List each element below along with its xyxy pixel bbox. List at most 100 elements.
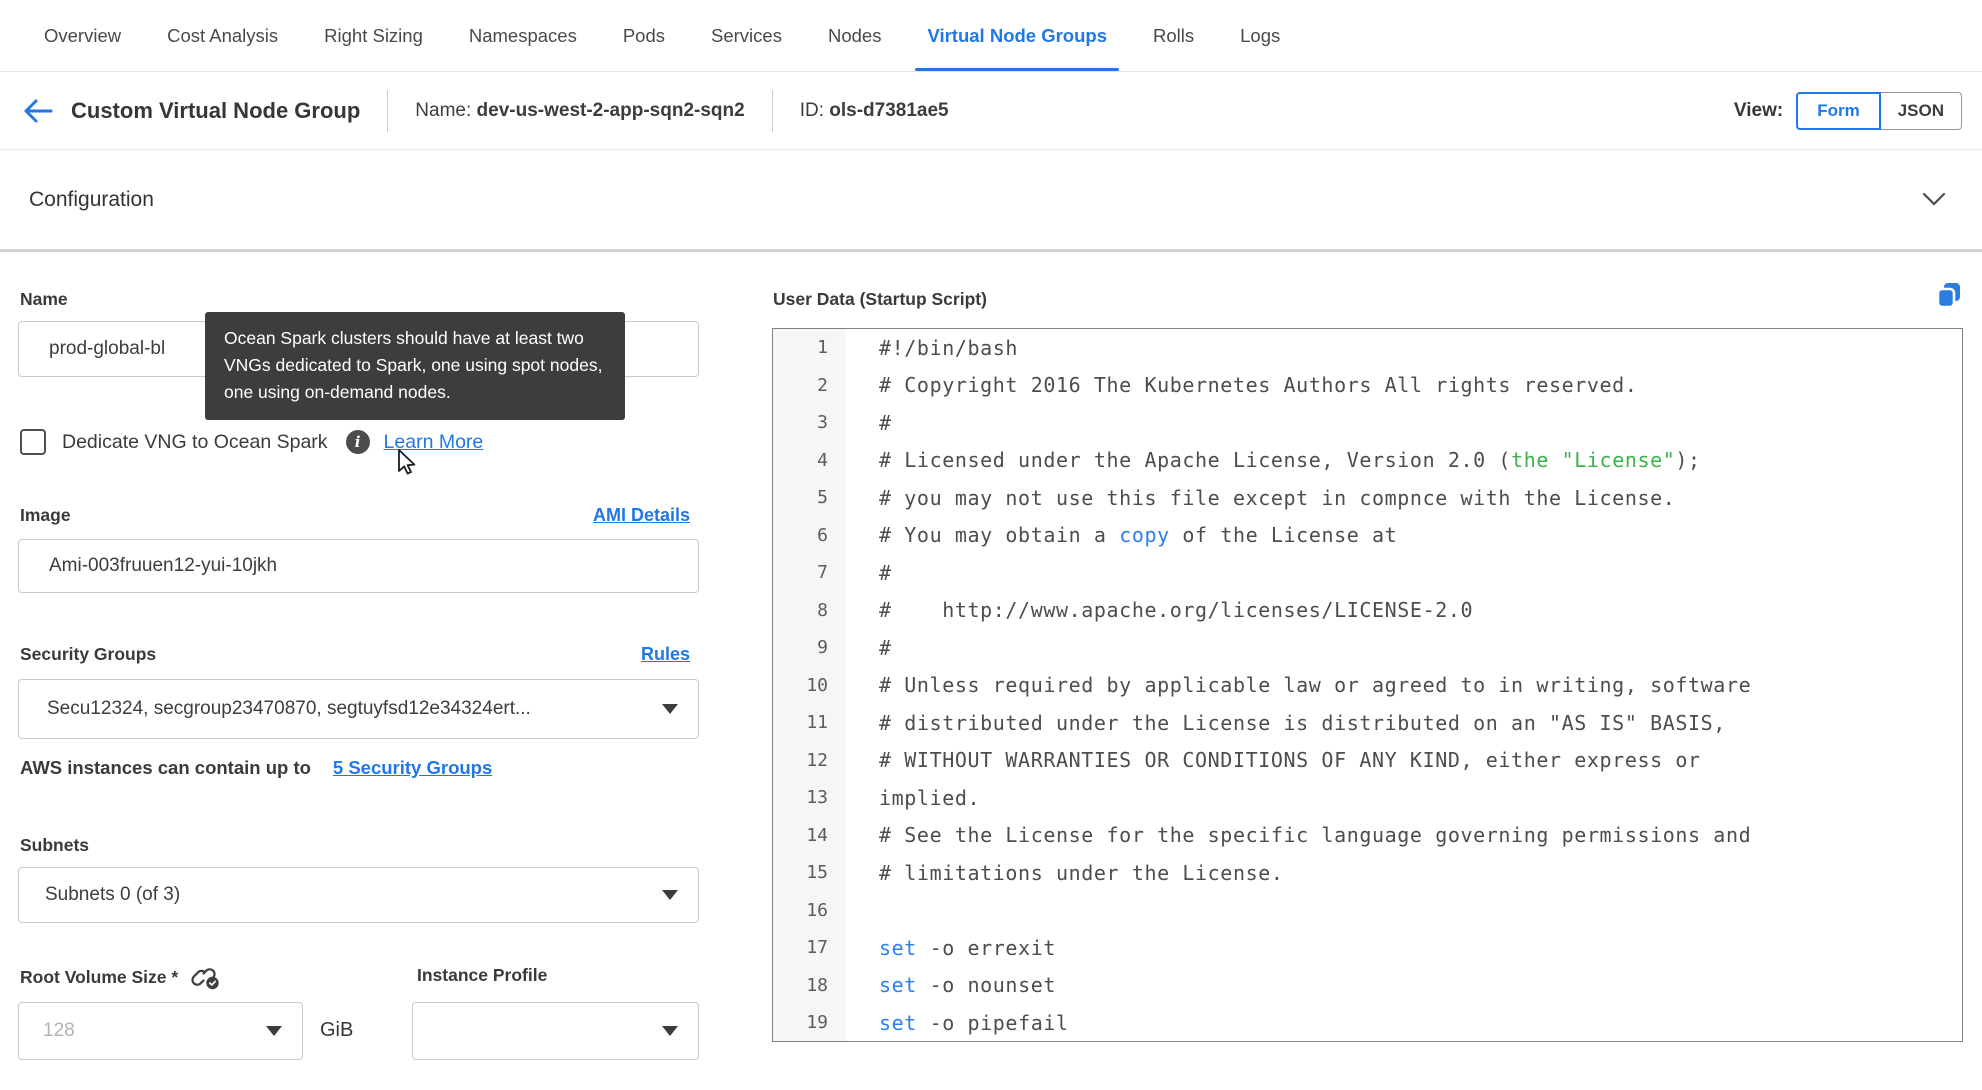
code-line: 16 <box>773 891 1962 929</box>
line-number: 2 <box>773 366 846 404</box>
code-editor[interactable]: 1 #!/bin/bash 2 # Copyright 2016 The Kubern… <box>772 328 1963 1042</box>
vng-name-label: Name: <box>415 99 472 121</box>
line-number: 17 <box>773 929 846 967</box>
security-groups-value: Secu12324, secgroup23470870, segtuyfsd12… <box>47 698 531 719</box>
user-data-label: User Data (Startup Script) <box>773 289 987 309</box>
vng-id-label: ID: <box>799 99 824 121</box>
root-volume-size-dropdown[interactable] <box>18 1002 303 1060</box>
five-security-groups-link[interactable]: 5 Security Groups <box>333 757 492 779</box>
tab-right-sizing[interactable]: Right Sizing <box>324 0 423 71</box>
subnets-value: Subnets 0 (of 3) <box>45 884 181 905</box>
info-icon[interactable]: i <box>345 430 370 454</box>
line-number: 9 <box>773 629 846 667</box>
code-text: # You may obtain a copy of the License a… <box>879 523 1398 548</box>
tab-overview[interactable]: Overview <box>44 0 121 71</box>
line-number: 8 <box>773 591 846 629</box>
line-number: 7 <box>773 554 846 592</box>
security-groups-label: Security Groups <box>20 644 157 664</box>
view-label: View: <box>1733 99 1784 121</box>
line-number: 3 <box>773 404 846 442</box>
dedicate-vng-checkbox[interactable] <box>20 429 46 455</box>
security-groups-label-row: Security Groups Rules <box>20 644 690 665</box>
header-divider <box>771 89 773 132</box>
code-line: 2 # Copyright 2016 The Kubernetes Authors… <box>773 366 1962 404</box>
caret-down-icon <box>662 890 678 900</box>
configuration-form: Name Ocean Spark clusters should have at… <box>0 252 1982 1089</box>
root-volume-size-label-row: Root Volume Size * <box>20 965 220 990</box>
tab-rolls[interactable]: Rolls <box>1153 0 1194 71</box>
tab-nodes[interactable]: Nodes <box>828 0 881 71</box>
caret-down-icon <box>266 1026 282 1036</box>
root-volume-size-input[interactable] <box>19 1020 199 1042</box>
tab-pods[interactable]: Pods <box>623 0 665 71</box>
security-groups-note-row: AWS instances can contain up to 5 Securi… <box>20 757 492 779</box>
line-number: 5 <box>773 479 846 517</box>
page-header: Custom Virtual Node Group Name: dev-us-w… <box>0 72 1982 150</box>
configuration-section-header: Configuration <box>0 150 1982 252</box>
code-text: # you may not use this file except in co… <box>879 485 1676 510</box>
copy-button[interactable] <box>1934 281 1964 316</box>
code-text: # http://www.apache.org/licenses/LICENSE… <box>879 598 1474 623</box>
dedicate-vng-label: Dedicate VNG to Ocean Spark <box>62 430 328 453</box>
code-text: # Copyright 2016 The Kubernetes Authors … <box>879 373 1638 398</box>
view-form-button[interactable]: Form <box>1796 91 1881 130</box>
line-number: 19 <box>773 1004 846 1041</box>
collapse-section-button[interactable] <box>1922 192 1946 207</box>
code-text: # limitations under the License. <box>879 860 1284 885</box>
rules-link[interactable]: Rules <box>641 644 690 665</box>
code-text: # distributed under the License is distr… <box>879 710 1726 735</box>
code-lines: 1 #!/bin/bash 2 # Copyright 2016 The Kubern… <box>773 329 1962 1041</box>
line-number: 12 <box>773 741 846 779</box>
code-line: 9 # <box>773 629 1962 667</box>
line-number: 15 <box>773 854 846 892</box>
tab-logs[interactable]: Logs <box>1240 0 1280 71</box>
chevron-down-icon <box>1922 192 1946 206</box>
configuration-title: Configuration <box>29 187 154 211</box>
code-line: 10 # Unless required by applicable law or… <box>773 666 1962 704</box>
tab-namespaces[interactable]: Namespaces <box>469 0 577 71</box>
dedicate-vng-row: Dedicate VNG to Ocean Spark i Learn More <box>20 429 483 455</box>
image-input[interactable] <box>18 539 699 593</box>
code-text: # See the License for the specific langu… <box>879 823 1752 848</box>
back-button[interactable] <box>23 98 53 124</box>
line-number: 1 <box>773 329 846 367</box>
code-line: 7 # <box>773 554 1962 592</box>
learn-more-link[interactable]: Learn More <box>384 431 484 454</box>
code-text: # WITHOUT WARRANTIES OR CONDITIONS OF AN… <box>879 748 1701 773</box>
subnets-dropdown[interactable]: Subnets 0 (of 3) <box>18 867 699 923</box>
vng-id-value: ols-d7381ae5 <box>829 99 949 121</box>
code-text: # <box>879 560 892 585</box>
code-line: 1 #!/bin/bash <box>773 329 1962 367</box>
code-text: implied. <box>879 785 981 810</box>
code-text: set -o pipefail <box>879 1010 1069 1035</box>
line-number: 16 <box>773 891 846 929</box>
left-arrow-icon <box>24 99 53 122</box>
code-line: 14 # See the License for the specific lan… <box>773 816 1962 854</box>
line-number: 13 <box>773 779 846 817</box>
image-label: Image <box>20 505 71 525</box>
instance-profile-dropdown[interactable] <box>412 1002 699 1060</box>
view-json-button[interactable]: JSON <box>1880 91 1962 130</box>
view-toggle-group: View: Form JSON <box>1733 91 1962 130</box>
ami-details-link[interactable]: AMI Details <box>593 505 690 526</box>
tab-cost-analysis[interactable]: Cost Analysis <box>167 0 278 71</box>
line-number: 10 <box>773 666 846 704</box>
code-line: 17 set -o errexit <box>773 929 1962 967</box>
name-label: Name <box>20 289 68 309</box>
tab-services[interactable]: Services <box>711 0 782 71</box>
line-number: 18 <box>773 966 846 1004</box>
code-line: 11 # distributed under the License is dis… <box>773 704 1962 742</box>
instance-profile-label: Instance Profile <box>417 965 548 985</box>
code-line: 19 set -o pipefail <box>773 1004 1962 1041</box>
virtual-node-group-page: Overview Cost Analysis Right Sizing Name… <box>0 0 1982 1090</box>
code-line: 4 # Licensed under the Apache License, Ve… <box>773 441 1962 479</box>
security-groups-dropdown[interactable]: Secu12324, secgroup23470870, segtuyfsd12… <box>18 679 699 739</box>
tab-virtual-node-groups[interactable]: Virtual Node Groups <box>915 0 1119 71</box>
code-line: 8 # http://www.apache.org/licenses/LICENS… <box>773 591 1962 629</box>
caret-down-icon <box>662 1026 678 1036</box>
subnets-label: Subnets <box>20 835 90 855</box>
line-number: 11 <box>773 704 846 742</box>
code-text: # Unless required by applicable law or a… <box>879 673 1752 698</box>
code-text: # Licensed under the Apache License, Ver… <box>879 448 1701 473</box>
code-text: #!/bin/bash <box>879 335 1019 360</box>
